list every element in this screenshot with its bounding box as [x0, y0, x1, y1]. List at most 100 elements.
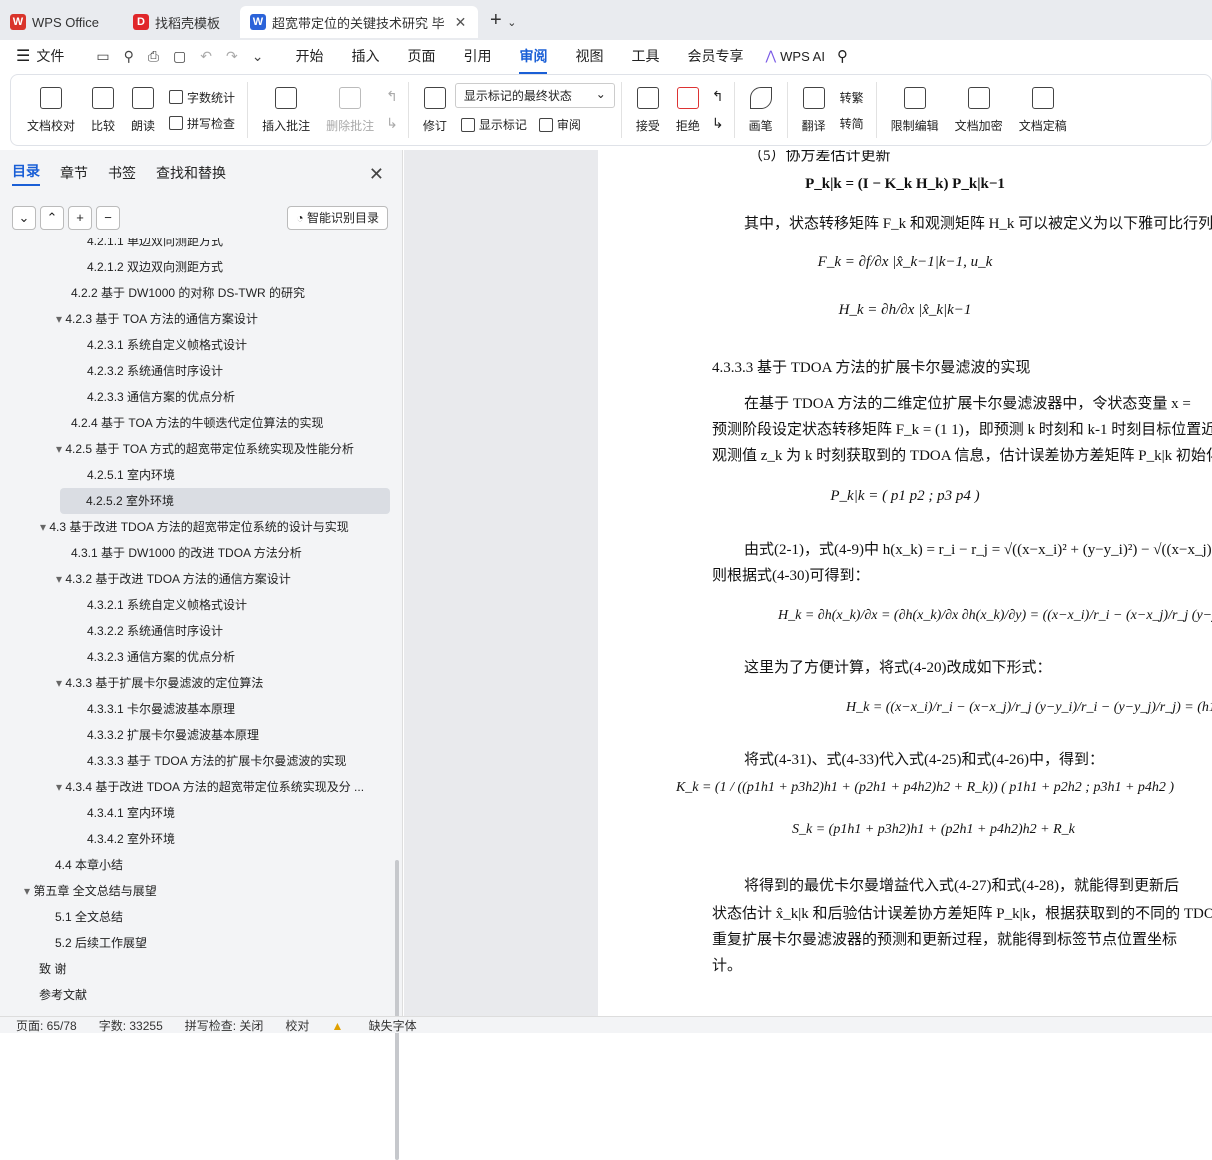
- toc-item[interactable]: 5.1 全文总结: [40, 904, 123, 930]
- accept-button[interactable]: 接受: [628, 78, 668, 142]
- save-icon[interactable]: ▭: [96, 48, 109, 65]
- collapse-icon[interactable]: ⌃: [40, 206, 64, 230]
- expand-arrow-icon[interactable]: ▾: [56, 780, 65, 794]
- menu-view[interactable]: 视图: [561, 46, 617, 66]
- add-icon[interactable]: +: [68, 206, 92, 230]
- menu-file[interactable]: 文件: [30, 46, 78, 66]
- toc-item[interactable]: 4.3.4.2 室外环境: [72, 826, 175, 852]
- new-tab-button[interactable]: + ⌄: [490, 9, 516, 32]
- undo-icon[interactable]: ↶: [200, 48, 212, 65]
- hamburger-icon[interactable]: ☰: [16, 46, 30, 66]
- pen-button[interactable]: 画笔: [741, 78, 781, 142]
- toc-item[interactable]: ▾ 4.3.4 基于改进 TDOA 方法的超宽带定位系统实现及分 ...: [56, 774, 364, 800]
- toc-item[interactable]: 4.3.3.1 卡尔曼滤波基本原理: [72, 696, 235, 722]
- expand-arrow-icon[interactable]: ▾: [24, 884, 33, 898]
- search-icon[interactable]: ⚲: [837, 47, 848, 65]
- doc-check-button[interactable]: 文档校对: [19, 78, 83, 142]
- finalize-button[interactable]: 文档定稿: [1011, 78, 1075, 142]
- expand-arrow-icon[interactable]: ▾: [40, 520, 49, 534]
- toc-item[interactable]: ▾ 第五章 全文总结与展望: [24, 878, 157, 904]
- spell-check-status[interactable]: 拼写检查: 关闭: [185, 1017, 264, 1034]
- more-icon[interactable]: ⌄: [252, 48, 264, 65]
- delete-comment-button[interactable]: 删除批注: [318, 78, 382, 142]
- toc-item[interactable]: 参考文献: [24, 982, 87, 1008]
- toc-item[interactable]: 4.3.2.3 通信方案的优点分析: [72, 644, 235, 670]
- translate-button[interactable]: 翻译: [794, 78, 834, 142]
- toc-item[interactable]: ▾ 4.2.5 基于 TOA 方式的超宽带定位系统实现及性能分析: [56, 436, 354, 462]
- tab-wps-office[interactable]: W WPS Office: [0, 6, 109, 38]
- toc-item[interactable]: 4.3.2.1 系统自定义帧格式设计: [72, 592, 247, 618]
- review-pane-button[interactable]: 审阅: [533, 112, 587, 138]
- toc-item[interactable]: 4.2.1.2 双边双向测距方式: [72, 254, 223, 280]
- menu-wps-ai[interactable]: ⋀ WPS AI: [765, 48, 824, 64]
- toc-item[interactable]: 4.2.3.1 系统自定义帧格式设计: [72, 332, 247, 358]
- print-icon[interactable]: ⎙: [148, 48, 159, 65]
- prev-change-icon[interactable]: ↰: [712, 88, 724, 105]
- proofread-status[interactable]: 校对: [285, 1017, 309, 1034]
- toc-item[interactable]: 4.2.3.3 通信方案的优点分析: [72, 384, 235, 410]
- menu-member[interactable]: 会员专享: [673, 46, 757, 66]
- prev-comment-icon[interactable]: ↰: [386, 88, 398, 105]
- preview-icon[interactable]: ▢: [173, 48, 186, 65]
- menu-reference[interactable]: 引用: [449, 46, 505, 66]
- restrict-edit-button[interactable]: 限制编辑: [883, 78, 947, 142]
- toc-item[interactable]: 4.2.5.1 室内环境: [72, 462, 175, 488]
- page-indicator[interactable]: 页面: 65/78: [16, 1017, 77, 1034]
- toc-item[interactable]: ▾ 4.3.2 基于改进 TDOA 方法的通信方案设计: [56, 566, 291, 592]
- menu-review[interactable]: 审阅: [505, 46, 561, 74]
- encrypt-button[interactable]: 文档加密: [947, 78, 1011, 142]
- menu-insert[interactable]: 插入: [337, 46, 393, 66]
- tab-find-replace[interactable]: 查找和替换: [156, 163, 226, 183]
- toc-item[interactable]: 4.4 本章小结: [40, 852, 123, 878]
- toc-item[interactable]: 4.3.3.3 基于 TDOA 方法的扩展卡尔曼滤波的实现: [72, 748, 346, 774]
- next-comment-icon[interactable]: ↳: [386, 115, 398, 132]
- reject-button[interactable]: 拒绝: [668, 78, 708, 142]
- redo-icon[interactable]: ↷: [226, 48, 238, 65]
- insert-comment-button[interactable]: 插入批注: [254, 78, 318, 142]
- missing-font-status[interactable]: ▲ 缺失字体: [331, 1017, 438, 1034]
- revise-button[interactable]: 修订: [415, 78, 455, 142]
- expand-icon[interactable]: ⌄: [12, 206, 36, 230]
- toc-item[interactable]: 5.2 后续工作展望: [40, 930, 147, 956]
- menu-page[interactable]: 页面: [393, 46, 449, 66]
- tab-bookmarks[interactable]: 书签: [108, 163, 136, 183]
- word-count-status[interactable]: 字数: 33255: [99, 1017, 163, 1034]
- expand-arrow-icon[interactable]: ▾: [56, 442, 65, 456]
- smart-toc-button[interactable]: ◔ 智能识别目录: [287, 206, 388, 230]
- read-aloud-button[interactable]: 朗读: [123, 78, 163, 142]
- scrollbar[interactable]: [395, 860, 399, 1160]
- toc-item[interactable]: ▾ 4.2.3 基于 TOA 方法的通信方案设计: [56, 306, 258, 332]
- compare-button[interactable]: 比较: [83, 78, 123, 142]
- expand-arrow-icon[interactable]: ▾: [56, 312, 65, 326]
- toc-item[interactable]: 4.2.5.2 室外环境: [60, 488, 390, 514]
- to-simplified-button[interactable]: 转简: [834, 110, 870, 136]
- expand-arrow-icon[interactable]: ▾: [56, 676, 65, 690]
- tab-template[interactable]: D 找稻壳模板: [123, 6, 230, 38]
- tab-chapters[interactable]: 章节: [60, 163, 88, 183]
- spell-check-button[interactable]: 拼写检查: [163, 110, 241, 136]
- menu-tools[interactable]: 工具: [617, 46, 673, 66]
- toc-item[interactable]: 4.3.3.2 扩展卡尔曼滤波基本原理: [72, 722, 259, 748]
- close-icon[interactable]: ✕: [369, 164, 384, 185]
- word-count-button[interactable]: 字数统计: [163, 84, 241, 110]
- next-change-icon[interactable]: ↳: [712, 115, 724, 132]
- show-markup-button[interactable]: 显示标记: [455, 112, 533, 138]
- toc-item[interactable]: 致 谢: [24, 956, 66, 982]
- menu-home[interactable]: 开始: [281, 46, 337, 66]
- toc-item[interactable]: 4.2.2 基于 DW1000 的对称 DS-TWR 的研究: [56, 280, 305, 306]
- toc-item[interactable]: 4.2.1.1 单边双向测距方式: [72, 238, 223, 254]
- markup-state-select[interactable]: 显示标记的最终状态 ⌄: [454, 82, 615, 108]
- tab-toc[interactable]: 目录: [12, 161, 40, 186]
- tab-document[interactable]: W 超宽带定位的关键技术研究 毕 ✕: [239, 6, 478, 38]
- share-icon[interactable]: ⚲: [124, 48, 134, 65]
- toc-item[interactable]: ▾ 4.3.3 基于扩展卡尔曼滤波的定位算法: [56, 670, 263, 696]
- toc-item[interactable]: ▾ 4.3 基于改进 TDOA 方法的超宽带定位系统的设计与实现: [40, 514, 349, 540]
- document-page[interactable]: （5）协方差估计更新 P_k|k = (I − K_k H_k) P_k|k−1…: [598, 150, 1212, 1016]
- toc-item[interactable]: 4.2.4 基于 TOA 方法的牛顿迭代定位算法的实现: [56, 410, 323, 436]
- expand-arrow-icon[interactable]: ▾: [56, 572, 65, 586]
- remove-icon[interactable]: −: [96, 206, 120, 230]
- toc-item[interactable]: 4.3.2.2 系统通信时序设计: [72, 618, 223, 644]
- close-tab-icon[interactable]: ✕: [455, 14, 467, 31]
- toc-item[interactable]: 4.2.3.2 系统通信时序设计: [72, 358, 223, 384]
- toc-item[interactable]: 4.3.1 基于 DW1000 的改进 TDOA 方法分析: [56, 540, 302, 566]
